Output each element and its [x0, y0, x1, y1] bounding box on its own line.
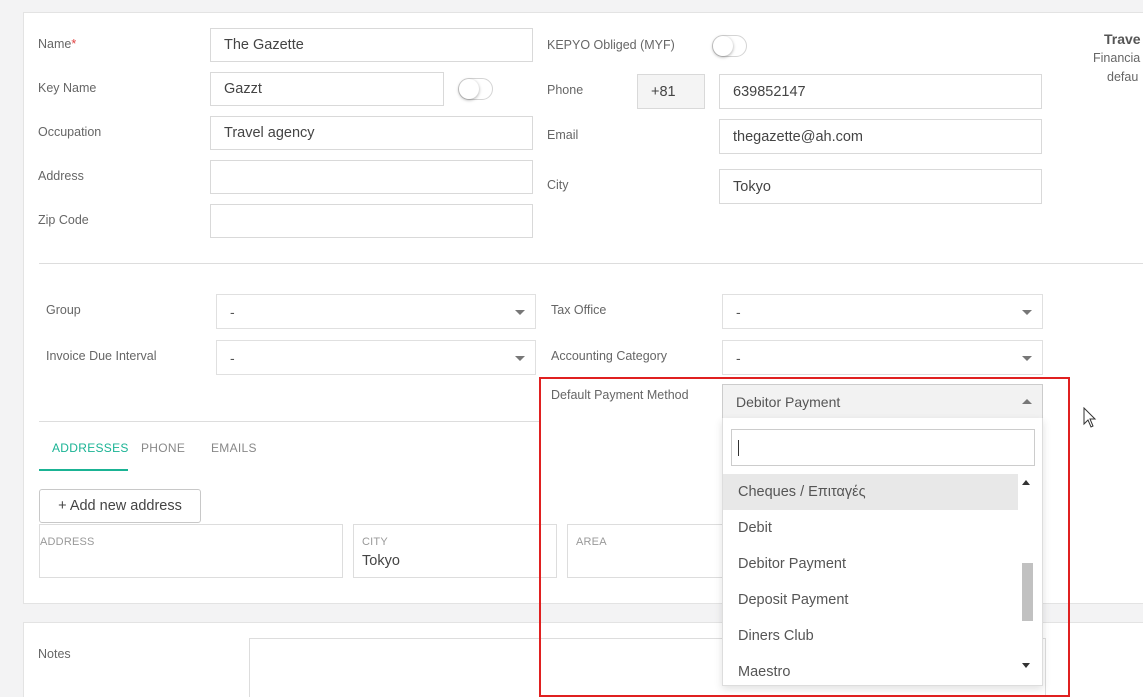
dropdown-option[interactable]: Diners Club — [723, 618, 1018, 654]
area-column[interactable]: AREA — [567, 524, 727, 578]
city-input[interactable]: Tokyo — [719, 169, 1042, 204]
chevron-down-icon — [1022, 309, 1032, 315]
address-column-caption: ADDRESS — [40, 536, 95, 548]
city-column[interactable]: CITY Tokyo — [353, 524, 557, 578]
active-tab-indicator — [39, 469, 128, 471]
invoice-due-select-value: - — [230, 349, 235, 366]
accounting-category-select-value: - — [736, 349, 741, 366]
tabs-divider — [39, 421, 539, 422]
add-address-button[interactable]: + Add new address — [39, 489, 201, 523]
group-select-value: - — [230, 303, 235, 320]
area-column-caption: AREA — [576, 536, 607, 548]
payment-method-select-value: Debitor Payment — [736, 393, 841, 410]
city-label: City — [547, 178, 569, 192]
payment-method-select[interactable]: Debitor Payment — [722, 384, 1043, 419]
chevron-down-icon — [1022, 355, 1032, 361]
keyname-input[interactable]: Gazzt — [210, 72, 444, 106]
address-input[interactable] — [210, 160, 533, 194]
zipcode-input[interactable] — [210, 204, 533, 238]
section-divider — [39, 263, 1143, 264]
side-info-line2: defau — [1107, 70, 1139, 84]
payment-method-dropdown: Cheques / Επιταγές Debit Debitor Payment… — [722, 418, 1043, 686]
toggle-knob — [713, 36, 733, 56]
dropdown-option[interactable]: Debit — [723, 510, 1018, 546]
dropdown-option[interactable]: Cheques / Επιταγές — [723, 474, 1018, 510]
accounting-category-label: Accounting Category — [551, 349, 668, 363]
scroll-down-arrow-icon[interactable] — [1022, 663, 1030, 668]
payment-method-label: Default Payment Method — [551, 388, 689, 402]
tab-addresses[interactable]: ADDRESSES — [52, 441, 129, 455]
tax-office-label: Tax Office — [551, 303, 607, 317]
email-input[interactable]: thegazette@ah.com — [719, 119, 1042, 154]
chevron-up-icon — [1022, 398, 1032, 404]
accounting-category-select[interactable]: - — [722, 340, 1043, 375]
keyname-label: Key Name — [38, 81, 97, 95]
tax-office-select[interactable]: - — [722, 294, 1043, 329]
phone-country-code[interactable]: +81 — [637, 74, 705, 109]
tab-phone[interactable]: PHONE — [141, 441, 185, 455]
keyname-toggle[interactable] — [458, 78, 493, 100]
dropdown-options: Cheques / Επιταγές Debit Debitor Payment… — [723, 474, 1018, 684]
email-label: Email — [547, 128, 579, 142]
dropdown-option[interactable]: Deposit Payment — [723, 582, 1018, 618]
text-cursor — [738, 440, 739, 456]
side-info-title: Trave — [1104, 31, 1141, 47]
chevron-down-icon — [515, 309, 525, 315]
toggle-knob — [459, 79, 479, 99]
dropdown-option[interactable]: Debitor Payment — [723, 546, 1018, 582]
city-column-value: Tokyo — [362, 553, 400, 569]
invoice-due-label: Invoice Due Interval — [46, 349, 157, 363]
dropdown-search-input[interactable] — [731, 429, 1035, 466]
address-label: Address — [38, 169, 84, 183]
city-column-caption: CITY — [362, 536, 388, 548]
group-label: Group — [46, 303, 81, 317]
dropdown-option[interactable]: Maestro — [723, 654, 1018, 684]
tab-emails[interactable]: EMAILS — [211, 441, 257, 455]
phone-input[interactable]: 639852147 — [719, 74, 1042, 109]
name-label: Name* — [38, 37, 77, 51]
occupation-input[interactable]: Travel agency — [210, 116, 533, 150]
dropdown-scrollbar[interactable] — [1018, 474, 1034, 674]
kepyo-toggle[interactable] — [712, 35, 747, 57]
scrollbar-thumb[interactable] — [1022, 563, 1033, 621]
group-select[interactable]: - — [216, 294, 536, 329]
name-input[interactable]: The Gazette — [210, 28, 533, 62]
tax-office-select-value: - — [736, 303, 741, 320]
side-info-line1: Financia — [1093, 51, 1141, 65]
scroll-up-arrow-icon[interactable] — [1022, 480, 1030, 485]
phone-label: Phone — [547, 83, 584, 97]
mouse-cursor-icon — [1083, 407, 1097, 428]
zipcode-label: Zip Code — [38, 213, 89, 227]
invoice-due-select[interactable]: - — [216, 340, 536, 375]
kepyo-label: KEPYO Obliged (MYF) — [547, 38, 675, 52]
chevron-down-icon — [515, 355, 525, 361]
occupation-label: Occupation — [38, 125, 102, 139]
address-column[interactable]: ADDRESS — [39, 524, 343, 578]
notes-label: Notes — [38, 647, 71, 661]
